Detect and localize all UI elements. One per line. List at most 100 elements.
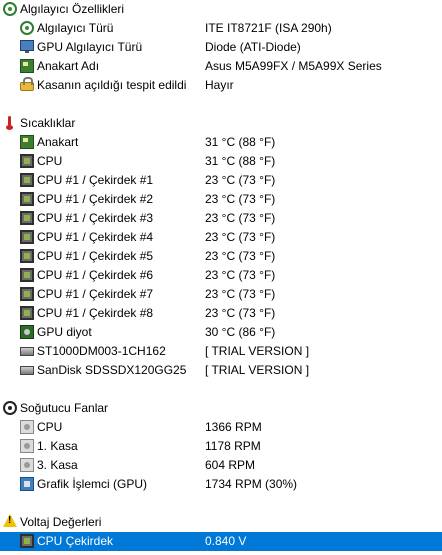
cpu-chip-icon (20, 192, 34, 206)
item-label: Kasanın açıldığı tespit edildi (37, 78, 187, 92)
warning-icon (3, 514, 17, 527)
item-label: CPU #1 / Çekirdek #5 (37, 249, 154, 263)
cpu-chip-icon (20, 249, 34, 263)
item-label: CPU #1 / Çekirdek #8 (37, 306, 154, 320)
cpu-chip-icon (20, 154, 34, 168)
list-item[interactable]: GPU Algılayıcı Türü Diode (ATI-Diode) (0, 38, 442, 57)
gpu-fan-icon (20, 477, 34, 491)
item-label: CPU (37, 420, 63, 434)
item-label: CPU #1 / Çekirdek #3 (37, 211, 154, 225)
item-value: 1734 RPM (30%) (205, 477, 298, 491)
list-item[interactable]: GPU diyot 30 °C (86 °F) (0, 323, 442, 342)
list-item[interactable]: 1. Kasa 1178 RPM (0, 437, 442, 456)
item-label: CPU (37, 154, 63, 168)
hard-disk-icon (20, 347, 34, 356)
item-value: 23 °C (73 °F) (205, 249, 276, 263)
list-item[interactable]: CPU #1 / Çekirdek #2 23 °C (73 °F) (0, 190, 442, 209)
sensor-icon (3, 2, 17, 16)
group-title: Algılayıcı Özellikleri (20, 2, 125, 16)
item-value: [ TRIAL VERSION ] (205, 363, 310, 377)
list-item[interactable]: SanDisk SDSSDX120GG25 [ TRIAL VERSION ] (0, 361, 442, 380)
cpu-chip-icon (20, 173, 34, 187)
cpu-chip-icon (20, 268, 34, 282)
item-value: 23 °C (73 °F) (205, 192, 276, 206)
item-value: Hayır (205, 78, 234, 92)
cpu-chip-icon (20, 211, 34, 225)
list-item[interactable]: CPU #1 / Çekirdek #1 23 °C (73 °F) (0, 171, 442, 190)
list-item[interactable]: Anakart Adı Asus M5A99FX / M5A99X Series (0, 57, 442, 76)
group-fans[interactable]: Soğutucu Fanlar (0, 399, 442, 418)
item-label: Grafik İşlemci (GPU) (37, 477, 148, 491)
item-value: 31 °C (88 °F) (205, 135, 276, 149)
fan-icon (3, 401, 17, 415)
item-value: 31 °C (88 °F) (205, 154, 276, 168)
list-item[interactable]: CPU #1 / Çekirdek #7 23 °C (73 °F) (0, 285, 442, 304)
item-label: GPU Algılayıcı Türü (37, 40, 143, 54)
item-value: 23 °C (73 °F) (205, 211, 276, 225)
item-value: 23 °C (73 °F) (205, 306, 276, 320)
item-label: CPU #1 / Çekirdek #1 (37, 173, 154, 187)
cpu-chip-icon (20, 230, 34, 244)
list-item[interactable]: CPU #1 / Çekirdek #3 23 °C (73 °F) (0, 209, 442, 228)
fan-icon (20, 420, 34, 434)
motherboard-icon (20, 59, 34, 73)
item-label: ST1000DM003-1CH162 (37, 344, 166, 358)
group-title: Voltaj Değerleri (20, 515, 102, 529)
group-title: Soğutucu Fanlar (20, 401, 109, 415)
list-item[interactable]: CPU #1 / Çekirdek #8 23 °C (73 °F) (0, 304, 442, 323)
item-value: [ TRIAL VERSION ] (205, 344, 310, 358)
lock-icon (20, 77, 34, 91)
list-item[interactable]: Kasanın açıldığı tespit edildi Hayır (0, 76, 442, 95)
item-value: Asus M5A99FX / M5A99X Series (205, 59, 382, 73)
list-item[interactable]: CPU 31 °C (88 °F) (0, 152, 442, 171)
list-item[interactable]: Grafik İşlemci (GPU) 1734 RPM (30%) (0, 475, 442, 494)
group-temperatures[interactable]: Sıcaklıklar (0, 114, 442, 133)
item-value: 604 RPM (205, 458, 256, 472)
item-label: CPU Çekirdek (37, 534, 114, 548)
list-item[interactable]: Anakart 31 °C (88 °F) (0, 133, 442, 152)
item-value: 1366 RPM (205, 420, 262, 434)
cpu-chip-icon (20, 306, 34, 320)
list-item-selected[interactable]: CPU Çekirdek 0.840 V (0, 532, 442, 551)
list-item[interactable]: Algılayıcı Türü ITE IT8721F (ISA 290h) (0, 19, 442, 38)
item-value: 23 °C (73 °F) (205, 230, 276, 244)
fan-icon (20, 439, 34, 453)
sensor-list: Algılayıcı Özellikleri Algılayıcı Türü I… (0, 0, 442, 551)
item-label: CPU #1 / Çekirdek #6 (37, 268, 154, 282)
list-item[interactable]: CPU #1 / Çekirdek #4 23 °C (73 °F) (0, 228, 442, 247)
list-item[interactable]: ST1000DM003-1CH162 [ TRIAL VERSION ] (0, 342, 442, 361)
cpu-chip-icon (20, 287, 34, 301)
list-item[interactable]: CPU #1 / Çekirdek #6 23 °C (73 °F) (0, 266, 442, 285)
item-label: SanDisk SDSSDX120GG25 (37, 363, 187, 377)
item-label: CPU #1 / Çekirdek #2 (37, 192, 154, 206)
sensor-icon (20, 21, 34, 35)
fan-icon (20, 458, 34, 472)
list-item[interactable]: 3. Kasa 604 RPM (0, 456, 442, 475)
item-value: 23 °C (73 °F) (205, 268, 276, 282)
item-label: Anakart (37, 135, 79, 149)
item-value: 23 °C (73 °F) (205, 287, 276, 301)
item-label: CPU #1 / Çekirdek #4 (37, 230, 154, 244)
cpu-chip-icon (20, 534, 34, 548)
item-value: 30 °C (86 °F) (205, 325, 276, 339)
item-label: 3. Kasa (37, 458, 78, 472)
item-label: 1. Kasa (37, 439, 78, 453)
monitor-icon (20, 40, 34, 53)
item-value: ITE IT8721F (ISA 290h) (205, 21, 332, 35)
list-item[interactable]: CPU #1 / Çekirdek #5 23 °C (73 °F) (0, 247, 442, 266)
item-label: Algılayıcı Türü (37, 21, 114, 35)
thermometer-icon (3, 116, 17, 130)
gpu-icon (20, 325, 34, 339)
item-value: 0.840 V (205, 534, 247, 548)
hard-disk-icon (20, 366, 34, 375)
group-title: Sıcaklıklar (20, 116, 76, 130)
item-label: Anakart Adı (37, 59, 100, 73)
item-label: GPU diyot (37, 325, 92, 339)
item-value: 23 °C (73 °F) (205, 173, 276, 187)
item-value: 1178 RPM (205, 439, 261, 453)
list-item[interactable]: CPU 1366 RPM (0, 418, 442, 437)
group-voltages[interactable]: Voltaj Değerleri (0, 513, 442, 532)
motherboard-icon (20, 135, 34, 149)
item-value: Diode (ATI-Diode) (205, 40, 301, 54)
group-sensor-properties[interactable]: Algılayıcı Özellikleri (0, 0, 442, 19)
